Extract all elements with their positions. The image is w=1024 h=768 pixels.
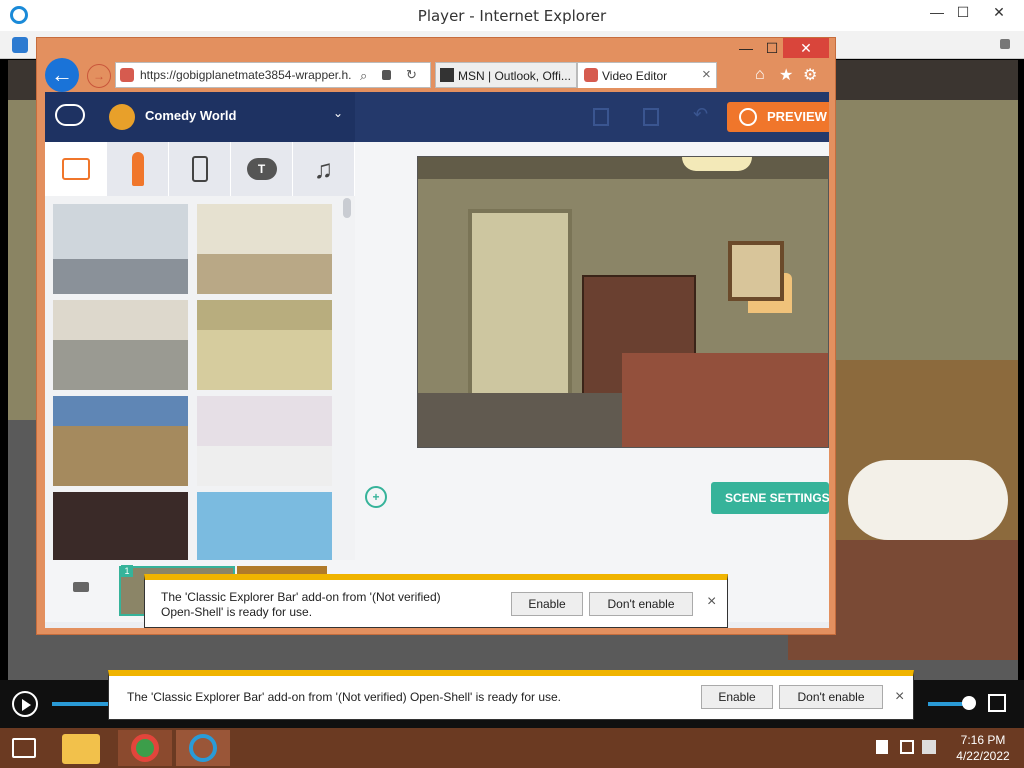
scene-number: 1 <box>121 565 133 577</box>
outer-notification-close-icon[interactable]: × <box>895 688 904 706</box>
scene-canvas-area: + SCENE SETTINGS <box>355 142 829 576</box>
zoom-in-icon[interactable]: + <box>365 486 387 508</box>
home-icon[interactable]: ⌂ <box>755 66 765 84</box>
fullscreen-icon[interactable] <box>988 694 1006 712</box>
clock-time[interactable]: 7:16 PM <box>956 733 1010 747</box>
music-note-icon: ♫ <box>313 153 334 184</box>
site-favicon-icon <box>120 68 134 82</box>
phone-icon <box>191 156 208 182</box>
inner-addon-notification: The 'Classic Explorer Bar' add-on from '… <box>144 574 728 628</box>
upload-cloud-icon[interactable] <box>55 104 85 126</box>
outer-notification-text: The 'Classic Explorer Bar' add-on from '… <box>127 690 561 704</box>
image-icon <box>61 158 90 180</box>
thumbnail-security-checkpoint[interactable] <box>53 300 188 390</box>
inner-enable-button[interactable]: Enable <box>511 592 583 616</box>
play-circle-icon <box>739 108 757 126</box>
wall-picture <box>728 241 784 301</box>
thumbnail-desert-houses[interactable] <box>53 396 188 486</box>
lock-icon <box>1000 39 1010 49</box>
outer-addon-notification: The 'Classic Explorer Bar' add-on from '… <box>108 670 914 720</box>
theme-selector[interactable]: Comedy World ⌄ <box>45 92 355 142</box>
outer-window-title: Player - Internet Explorer <box>417 7 607 25</box>
outer-enable-button[interactable]: Enable <box>701 685 773 709</box>
progress-track[interactable] <box>52 702 112 706</box>
theme-avatar <box>109 104 135 130</box>
tab-video-editor[interactable]: Video Editor × <box>577 62 717 88</box>
refresh-icon[interactable]: ↻ <box>406 67 417 83</box>
tab-video-editor-label: Video Editor <box>602 69 668 83</box>
scene-canvas[interactable] <box>417 156 829 448</box>
asset-tabs: T ♫ <box>45 142 355 196</box>
background-thumbnails <box>45 196 355 576</box>
site-favicon-icon <box>12 37 28 53</box>
person-icon <box>131 152 144 186</box>
taskbar: 7:16 PM 4/22/2022 <box>0 728 1024 768</box>
door <box>468 209 572 399</box>
video-editor-app: ↶ PREVIEW Comedy World ⌄ T ♫ + SCENE SET… <box>45 92 829 628</box>
tab-props[interactable] <box>169 142 231 196</box>
tab-characters[interactable] <box>107 142 169 196</box>
network-icon[interactable] <box>900 740 914 754</box>
inner-browser-window: — ☐ ✕ ← → https://gobigplanetmate3854-wr… <box>36 37 836 635</box>
thumbnail-airport-checkin[interactable] <box>197 204 332 294</box>
inner-close-button[interactable]: ✕ <box>783 38 829 58</box>
taskbar-ie-icon[interactable] <box>176 730 230 766</box>
preview-button[interactable]: PREVIEW <box>727 102 829 132</box>
thumbnail-scrollbar[interactable] <box>343 198 351 218</box>
lock-icon <box>382 70 391 80</box>
theme-name: Comedy World <box>145 108 237 123</box>
settings-gear-icon[interactable]: ⚙ <box>803 65 817 85</box>
paste-icon[interactable] <box>643 108 659 126</box>
favorites-star-icon[interactable]: ★ <box>779 65 793 85</box>
tab-msn[interactable]: MSN | Outlook, Offi... <box>435 62 577 88</box>
thumbnail-tent-interior[interactable] <box>197 300 332 390</box>
msn-icon <box>440 68 454 82</box>
scene-settings-label: SCENE SETTINGS <box>725 491 829 505</box>
play-button[interactable] <box>12 691 38 717</box>
site-favicon-icon <box>584 68 598 82</box>
volume-knob[interactable] <box>962 696 976 710</box>
tab-sounds[interactable]: ♫ <box>293 142 355 196</box>
thumbnail-airport-terminal[interactable] <box>53 204 188 294</box>
start-windows-icon[interactable] <box>12 738 36 758</box>
forward-button[interactable]: → <box>87 64 111 88</box>
inner-dont-enable-button[interactable]: Don't enable <box>589 592 693 616</box>
inner-notification-close-icon[interactable]: × <box>707 593 716 611</box>
tab-backgrounds[interactable] <box>45 142 107 196</box>
copy-icon[interactable] <box>593 108 609 126</box>
outer-dont-enable-button[interactable]: Don't enable <box>779 685 883 709</box>
tab-msn-label: MSN | Outlook, Offi... <box>458 69 571 83</box>
clock-date[interactable]: 4/22/2022 <box>952 749 1014 763</box>
volume-muted-icon[interactable] <box>922 740 936 754</box>
undo-icon[interactable]: ↶ <box>693 104 708 125</box>
inner-notification-text-line1: The 'Classic Explorer Bar' add-on from '… <box>161 590 441 604</box>
taskbar-chrome-icon[interactable] <box>118 730 172 766</box>
back-button[interactable]: ← <box>45 58 79 92</box>
close-button[interactable]: ✕ <box>976 0 1022 26</box>
bed <box>622 353 828 447</box>
inner-address-bar[interactable]: https://gobigplanetmate3854-wrapper.h...… <box>115 62 431 88</box>
scene-settings-button[interactable]: SCENE SETTINGS <box>711 482 829 514</box>
ceiling-lamp <box>682 157 752 171</box>
preview-label: PREVIEW <box>767 109 827 124</box>
thumbnail-stage[interactable] <box>197 396 332 486</box>
inner-notification-text-line2: Open-Shell' is ready for use. <box>161 605 313 619</box>
search-icon[interactable]: ⌕ <box>360 68 367 84</box>
tab-close-icon[interactable]: × <box>702 66 711 83</box>
flag-icon[interactable] <box>876 740 888 754</box>
taskbar-file-explorer-icon[interactable] <box>62 734 100 764</box>
camera-icon <box>73 582 89 592</box>
address-text: https://gobigplanetmate3854-wrapper.h... <box>140 68 352 82</box>
outer-title-bar: Player - Internet Explorer — ☐ ✕ <box>0 0 1024 31</box>
chevron-down-icon[interactable]: ⌄ <box>333 106 343 120</box>
tab-text[interactable]: T <box>231 142 293 196</box>
speech-bubble-icon: T <box>246 158 277 180</box>
